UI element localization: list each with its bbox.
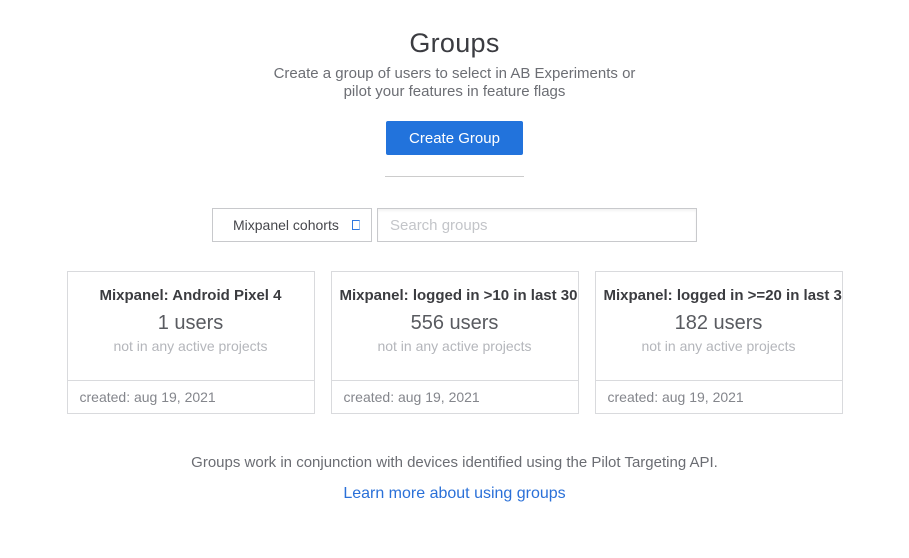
search-groups-input[interactable] <box>377 208 697 242</box>
group-user-count: 1 users <box>68 312 314 335</box>
group-card-body: Mixpanel: logged in >10 in last 30 ... 5… <box>332 272 578 380</box>
group-card-body: Mixpanel: logged in >=20 in last 30... 1… <box>596 272 842 380</box>
learn-more-link[interactable]: Learn more about using groups <box>343 485 565 502</box>
cohort-source-dropdown-value: Mixpanel cohorts <box>233 217 339 233</box>
footer-info-text: Groups work in conjunction with devices … <box>0 454 909 471</box>
group-status: not in any active projects <box>68 338 314 354</box>
page-subtitle-line1: Create a group of users to select in AB … <box>0 65 909 83</box>
create-group-button[interactable]: Create Group <box>386 121 523 155</box>
group-created-date: created: aug 19, 2021 <box>596 380 842 413</box>
dropdown-indicator-icon <box>352 220 360 230</box>
group-card-body: Mixpanel: Android Pixel 4 1 users not in… <box>68 272 314 380</box>
group-cards-row: Mixpanel: Android Pixel 4 1 users not in… <box>0 271 909 414</box>
page-header: Groups Create a group of users to select… <box>0 0 909 177</box>
cohort-source-dropdown[interactable]: Mixpanel cohorts <box>212 208 372 242</box>
group-card[interactable]: Mixpanel: logged in >10 in last 30 ... 5… <box>331 271 579 414</box>
footer-link-row: Learn more about using groups <box>0 485 909 503</box>
group-status: not in any active projects <box>332 338 578 354</box>
filter-row: Mixpanel cohorts <box>0 208 909 242</box>
group-name: Mixpanel: logged in >=20 in last 30... <box>596 287 842 304</box>
group-card[interactable]: Mixpanel: logged in >=20 in last 30... 1… <box>595 271 843 414</box>
group-card[interactable]: Mixpanel: Android Pixel 4 1 users not in… <box>67 271 315 414</box>
page-subtitle-line2: pilot your features in feature flags <box>0 83 909 101</box>
header-divider <box>385 176 524 177</box>
group-user-count: 182 users <box>596 312 842 335</box>
groups-page: Groups Create a group of users to select… <box>0 0 909 558</box>
group-status: not in any active projects <box>596 338 842 354</box>
group-user-count: 556 users <box>332 312 578 335</box>
group-name: Mixpanel: logged in >10 in last 30 ... <box>332 287 578 304</box>
page-subtitle: Create a group of users to select in AB … <box>0 65 909 101</box>
group-created-date: created: aug 19, 2021 <box>332 380 578 413</box>
group-created-date: created: aug 19, 2021 <box>68 380 314 413</box>
group-name: Mixpanel: Android Pixel 4 <box>68 287 314 304</box>
page-title: Groups <box>0 28 909 59</box>
